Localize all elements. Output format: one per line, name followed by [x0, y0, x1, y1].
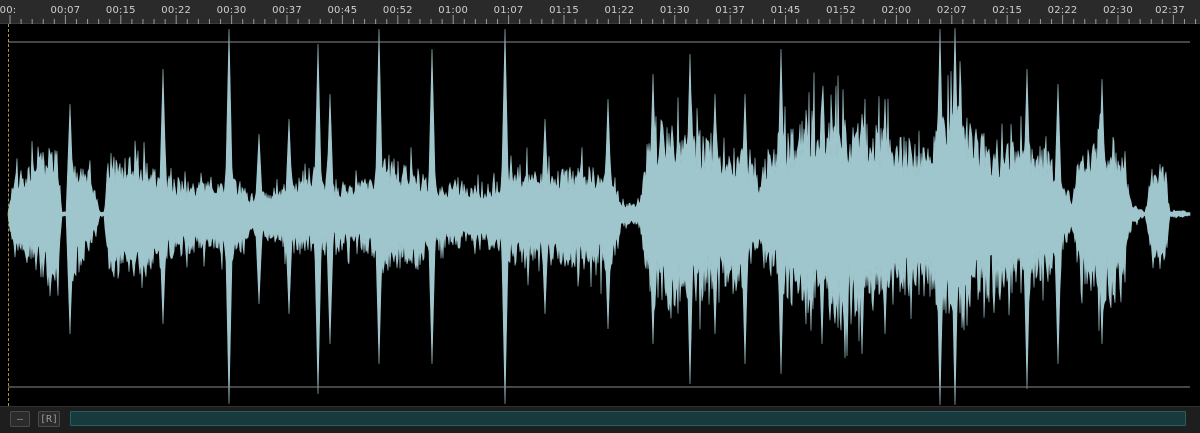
zoom-out-button[interactable]: –	[10, 411, 30, 427]
playhead-marker[interactable]	[8, 24, 9, 406]
time-ruler[interactable]: 00: 00:07 00:15 00:22 00:30 00:37 00:45 00:52 01…	[0, 0, 1200, 24]
waveform-canvas[interactable]	[0, 24, 1200, 406]
ruler-tick-label: 00:52	[382, 5, 413, 16]
ruler-tick-label: 02:37	[1155, 5, 1185, 16]
ruler-tick-label: 02:15	[992, 5, 1023, 16]
ruler-tick-label: 01:07	[493, 5, 524, 16]
ruler-tick-label: 00:15	[105, 5, 136, 16]
bottom-toolbar: – [R]	[0, 406, 1200, 433]
ruler-tick-label: 01:22	[604, 5, 635, 16]
ruler-tick-label: 02:30	[1103, 5, 1133, 16]
ruler-tick-label: 00:22	[161, 5, 192, 16]
reset-zoom-button[interactable]: [R]	[38, 411, 60, 427]
ruler-tick-label: 00:45	[327, 5, 358, 16]
ruler-tick-label: 01:45	[770, 5, 801, 16]
horizontal-scrollbar[interactable]	[70, 411, 1186, 426]
ruler-tick-label: 00:	[0, 5, 17, 16]
waveform-svg	[7, 27, 1191, 406]
ruler-tick-label: 01:30	[659, 5, 690, 16]
waveform-shape	[7, 27, 1191, 406]
ruler-tick-label: 01:00	[438, 5, 469, 16]
ruler-tick-label: 01:52	[826, 5, 856, 16]
ruler-tick-label: 02:07	[936, 5, 967, 16]
ruler-tick-label: 00:37	[272, 5, 302, 16]
ruler-tick-label: 02:00	[881, 5, 912, 16]
waveform-editor: 00: 00:07 00:15 00:22 00:30 00:37 00:45 00:52 01…	[0, 0, 1200, 433]
ruler-tick-label: 01:37	[715, 5, 746, 16]
ruler-tick-label: 01:15	[549, 5, 579, 16]
ruler-tick-label: 00:30	[216, 5, 247, 16]
ruler-tick-label: 00:07	[50, 5, 81, 16]
ruler-tick-label: 02:22	[1047, 5, 1078, 16]
